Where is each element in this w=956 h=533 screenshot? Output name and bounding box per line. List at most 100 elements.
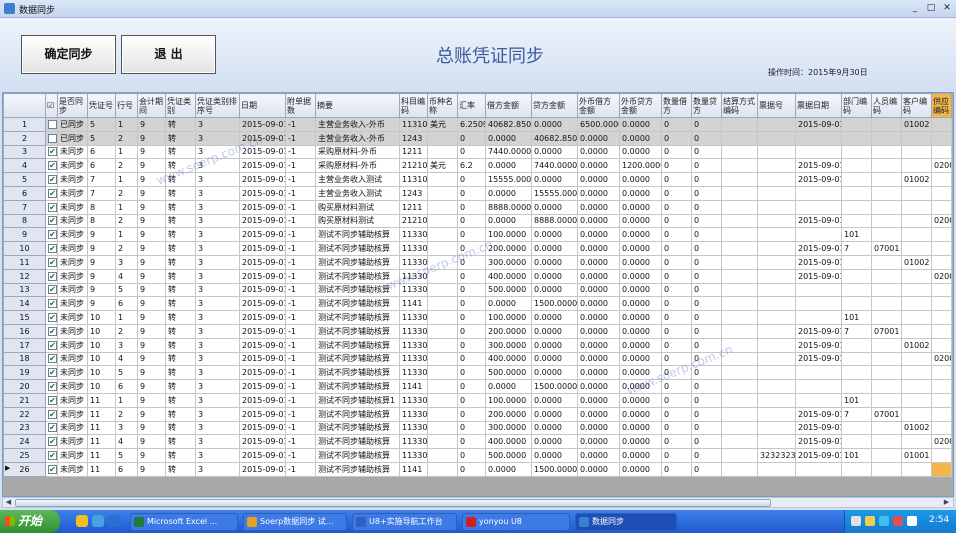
cell-dept[interactable] — [841, 461, 872, 477]
cell-acct[interactable]: 1211 — [399, 144, 428, 160]
row-number[interactable]: 18 — [3, 351, 46, 367]
cell-qdebit[interactable]: 0 — [661, 199, 692, 215]
cell-rate[interactable]: 0 — [457, 351, 486, 367]
cell-summary[interactable]: 测试不同步辅助核算 — [315, 365, 400, 381]
cell-fcredit[interactable]: 0.0000 — [619, 268, 662, 284]
cell-qdebit[interactable]: 0 — [661, 337, 692, 353]
column-header-credit[interactable]: 贷方金额 — [531, 93, 578, 118]
cell-qdebit[interactable]: 0 — [661, 379, 692, 394]
cell-rate[interactable]: 0 — [457, 434, 486, 450]
cell-vsort[interactable]: 3 — [195, 185, 240, 201]
cell-cust[interactable] — [901, 130, 932, 146]
cell-dept[interactable] — [841, 337, 872, 353]
cell-rate[interactable]: 0 — [457, 296, 486, 312]
cell-vtype[interactable]: 转 — [165, 172, 196, 187]
cell-cust[interactable] — [901, 282, 932, 298]
cell-settle[interactable] — [721, 158, 758, 174]
cell-vsort[interactable]: 3 — [195, 337, 240, 353]
column-header-billdate[interactable]: 票据日期 — [795, 93, 842, 118]
table-row[interactable]: 8✔未同步829转32015-09-01-1购买原材料测试21210400.00… — [3, 213, 952, 229]
cell-settle[interactable] — [721, 144, 758, 160]
checkbox-checked-icon[interactable]: ✔ — [48, 271, 57, 281]
cell-credit[interactable]: 0.0000 — [531, 227, 578, 243]
cell-supp[interactable] — [931, 130, 952, 146]
cell-fdebit[interactable]: 0.0000 — [577, 461, 620, 477]
cell-vtype[interactable]: 转 — [165, 365, 196, 381]
cell-date[interactable]: 2015-09-01 — [239, 310, 286, 325]
checkbox-checked-icon[interactable]: ✔ — [48, 230, 57, 240]
cell-status[interactable]: 未同步 — [57, 158, 88, 174]
cell-summary[interactable]: 主营业务收入测试 — [315, 185, 400, 201]
column-header-attach[interactable]: 附单据数 — [285, 93, 316, 118]
column-header-settle[interactable]: 结算方式编码 — [721, 93, 758, 118]
row-number[interactable]: 3 — [3, 144, 46, 160]
cell-status[interactable]: 未同步 — [57, 241, 88, 256]
cell-qcredit[interactable]: 0 — [691, 337, 722, 353]
cell-qcredit[interactable]: 0 — [691, 461, 722, 477]
cell-vno[interactable]: 10 — [87, 379, 116, 394]
cell-status[interactable]: 未同步 — [57, 406, 88, 422]
cell-summary[interactable]: 采购原材料-外币 — [315, 144, 400, 160]
cell-bill[interactable] — [757, 254, 796, 270]
cell-vsort[interactable]: 3 — [195, 392, 240, 408]
cell-vno[interactable]: 11 — [87, 461, 116, 477]
cell-attach[interactable]: -1 — [285, 254, 316, 270]
cell-cust[interactable]: 01002 — [901, 172, 932, 187]
cell-vsort[interactable]: 3 — [195, 172, 240, 187]
cell-vsort[interactable]: 3 — [195, 268, 240, 284]
cell-cust[interactable]: 01002 — [901, 420, 932, 436]
cell-summary[interactable]: 主营业务收入测试 — [315, 172, 400, 187]
cell-fcredit[interactable]: 0.0000 — [619, 337, 662, 353]
cell-fcredit[interactable]: 0.0000 — [619, 130, 662, 146]
checkbox-unchecked-icon[interactable] — [48, 133, 57, 143]
cell-qdebit[interactable]: 0 — [661, 213, 692, 229]
row-number[interactable]: 14 — [3, 296, 46, 312]
cell-billdate[interactable] — [795, 185, 842, 201]
cell-billdate[interactable] — [795, 199, 842, 215]
cell-dept[interactable]: 101 — [841, 392, 872, 408]
column-header-rate[interactable]: 汇率 — [457, 93, 486, 118]
cell-debit[interactable]: 500.0000 — [485, 365, 532, 381]
table-row[interactable]: 10✔未同步929转32015-09-01-1测试不同步辅助核算11330302… — [3, 241, 952, 256]
cell-qcredit[interactable]: 0 — [691, 448, 722, 463]
cell-supp[interactable]: 0200 — [931, 434, 952, 450]
tray-icon[interactable] — [893, 516, 903, 526]
cell-line[interactable]: 2 — [115, 185, 138, 201]
cell-dept[interactable] — [841, 379, 872, 394]
cell-cust[interactable] — [901, 310, 932, 325]
cell-status[interactable]: 未同步 — [57, 461, 88, 477]
close-button[interactable]: ✕ — [940, 3, 954, 15]
column-header-date[interactable]: 日期 — [239, 93, 286, 118]
cell-debit[interactable]: 8888.0000 — [485, 199, 532, 215]
cell-vno[interactable]: 9 — [87, 241, 116, 256]
start-button[interactable]: 开始 — [0, 510, 60, 533]
cell-cust[interactable] — [901, 392, 932, 408]
cell-debit[interactable]: 0.0000 — [485, 130, 532, 146]
cell-supp[interactable] — [931, 172, 952, 187]
cell-person[interactable] — [871, 130, 902, 146]
cell-person[interactable] — [871, 268, 902, 284]
cell-period[interactable]: 9 — [137, 296, 166, 312]
cell-period[interactable]: 9 — [137, 268, 166, 284]
cell-attach[interactable]: -1 — [285, 130, 316, 146]
cell-qcredit[interactable]: 0 — [691, 144, 722, 160]
cell-fdebit[interactable]: 0.0000 — [577, 158, 620, 174]
cell-settle[interactable] — [721, 310, 758, 325]
cell-summary[interactable]: 测试不同步辅助核算 — [315, 351, 400, 367]
checkbox-checked-icon[interactable]: ✔ — [48, 451, 57, 461]
cell-qcredit[interactable]: 0 — [691, 296, 722, 312]
cell-fdebit[interactable]: 0.0000 — [577, 213, 620, 229]
cell-period[interactable]: 9 — [137, 351, 166, 367]
cell-acct[interactable]: 113305 — [399, 434, 428, 450]
cell-billdate[interactable]: 2015-09-01 — [795, 241, 842, 256]
cell-vtype[interactable]: 转 — [165, 406, 196, 422]
cell-supp[interactable] — [931, 227, 952, 243]
cell-debit[interactable]: 500.0000 — [485, 448, 532, 463]
cell-summary[interactable]: 购买原材料测试 — [315, 199, 400, 215]
cell-credit[interactable]: 0.0000 — [531, 310, 578, 325]
cell-dept[interactable]: 7 — [841, 241, 872, 256]
horizontal-scrollbar[interactable]: ◀ ▶ — [2, 497, 954, 508]
row-number[interactable]: 17 — [3, 337, 46, 353]
row-number[interactable]: 1 — [3, 117, 46, 132]
cell-acct[interactable]: 1243 — [399, 185, 428, 201]
